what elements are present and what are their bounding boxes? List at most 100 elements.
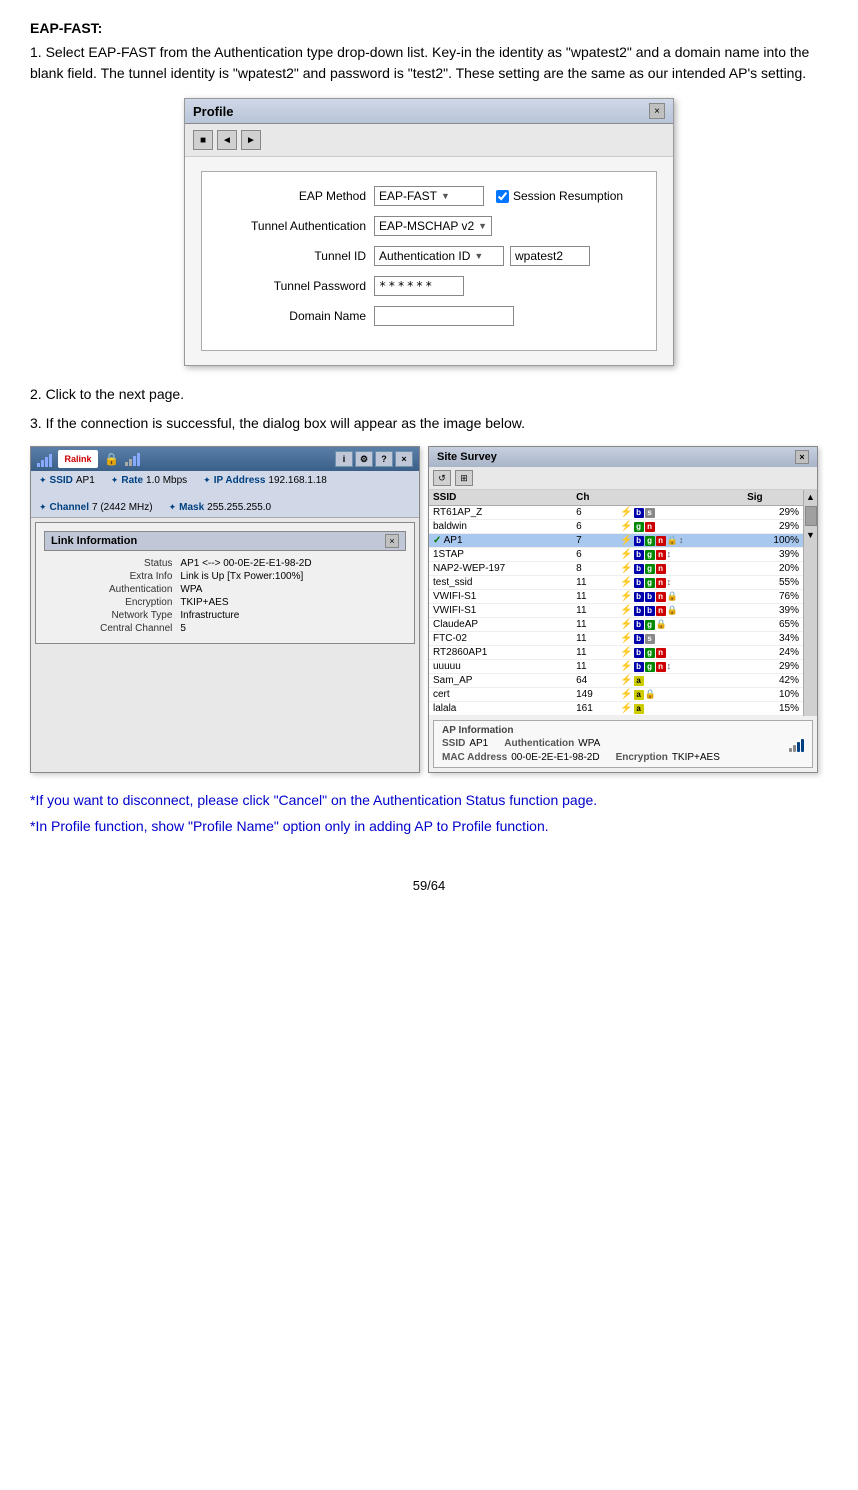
scrollbar[interactable]: ▲ ▼ <box>803 490 817 716</box>
note2: *In Profile function, show "Profile Name… <box>30 815 828 837</box>
row-signal: 65% <box>743 618 803 632</box>
ap-ssid-key: SSID <box>442 738 465 752</box>
tunnel-password-input[interactable]: ****** <box>374 276 464 296</box>
domain-name-label: Domain Name <box>214 309 374 323</box>
connect-icon[interactable]: ⊞ <box>455 470 473 486</box>
link-info-enc-key: Encryption <box>44 596 176 609</box>
ralink-nav-close[interactable]: × <box>395 451 413 467</box>
tunnel-password-field: ****** <box>374 276 464 296</box>
link-info-extra-row: Extra Info Link is Up [Tx Power:100%] <box>44 570 406 583</box>
row-signal: 29% <box>743 506 803 520</box>
site-survey-window: Site Survey × ↺ ⊞ SSID Ch Sig R <box>428 446 818 773</box>
profile-title: Profile <box>193 104 233 119</box>
site-survey-row[interactable]: lalala161⚡a15% <box>429 702 803 716</box>
site-survey-row[interactable]: ClaudeAP11⚡bg🔒65% <box>429 618 803 632</box>
profile-close-btn[interactable]: × <box>649 103 665 119</box>
link-info-panel: Link Information × Status AP1 <--> 00-0E… <box>35 522 415 644</box>
ssid-info: ✦ SSID AP1 <box>39 475 95 486</box>
ip-label: IP Address <box>214 475 266 486</box>
ap-auth-value: WPA <box>578 738 600 752</box>
domain-name-row: Domain Name <box>214 306 644 326</box>
session-resumption-checkbox-row: Session Resumption <box>496 189 623 203</box>
site-survey-row[interactable]: VWIFI-S111⚡bbn🔒39% <box>429 604 803 618</box>
link-info-table: Status AP1 <--> 00-0E-2E-E1-98-2D Extra … <box>44 557 406 635</box>
lock-icon: 🔒 <box>104 452 119 466</box>
tunnel-auth-dropdown[interactable]: EAP-MSCHAP v2 ▼ <box>374 216 492 236</box>
row-badges: ⚡bgn🔒↕ <box>616 534 743 548</box>
col-ssid: SSID <box>429 490 572 506</box>
site-survey-row[interactable]: RT61AP_Z6⚡bs29% <box>429 506 803 520</box>
link-info-close[interactable]: × <box>385 534 399 548</box>
site-survey-row[interactable]: RT2860AP111⚡bgn24% <box>429 646 803 660</box>
site-survey-row[interactable]: Sam_AP64⚡a42% <box>429 674 803 688</box>
link-info-status-row: Status AP1 <--> 00-0E-2E-E1-98-2D <box>44 557 406 570</box>
link-info-nettype-val: Infrastructure <box>176 609 406 622</box>
site-survey-row[interactable]: 1STAP6⚡bgn↕39% <box>429 548 803 562</box>
site-survey-row[interactable]: test_ssid11⚡bgn↕55% <box>429 576 803 590</box>
site-survey-row[interactable]: ✓ AP17⚡bgn🔒↕100% <box>429 534 803 548</box>
toolbar-stop-btn[interactable]: ■ <box>193 130 213 150</box>
ap-ssid-value: AP1 <box>469 738 488 752</box>
row-channel: 11 <box>572 576 616 590</box>
row-signal: 15% <box>743 702 803 716</box>
ralink-nav-help[interactable]: ? <box>375 451 393 467</box>
link-info-enc-row: Encryption TKIP+AES <box>44 596 406 609</box>
row-signal: 39% <box>743 604 803 618</box>
ap-mac-key: MAC Address <box>442 752 507 763</box>
row-channel: 8 <box>572 562 616 576</box>
row-channel: 11 <box>572 660 616 674</box>
wifi-signal-icon <box>37 451 52 467</box>
ralink-nav-settings[interactable]: ⚙ <box>355 451 373 467</box>
row-ssid: test_ssid <box>429 576 572 590</box>
site-survey-toolbar: ↺ ⊞ <box>429 467 817 490</box>
domain-name-input[interactable] <box>374 306 514 326</box>
ap-auth-item: Authentication WPA <box>504 738 600 752</box>
ralink-nav-info[interactable]: i <box>335 451 353 467</box>
row-badges: ⚡bs <box>616 506 743 520</box>
tunnel-id-dropdown[interactable]: Authentication ID ▼ <box>374 246 504 266</box>
tunnel-password-label: Tunnel Password <box>214 279 374 293</box>
site-survey-row[interactable]: VWIFI-S111⚡bbn🔒76% <box>429 590 803 604</box>
eap-method-arrow: ▼ <box>441 191 450 201</box>
mask-icon: ✦ <box>169 502 177 513</box>
site-survey-close-btn[interactable]: × <box>795 450 809 464</box>
row-ssid: RT61AP_Z <box>429 506 572 520</box>
tunnel-id-input[interactable]: wpatest2 <box>510 246 590 266</box>
note1: *If you want to disconnect, please click… <box>30 789 828 811</box>
row-signal: 29% <box>743 520 803 534</box>
row-ssid: VWIFI-S1 <box>429 590 572 604</box>
row-ssid: lalala <box>429 702 572 716</box>
ralink-logo: Ralink 🔒 <box>37 450 140 468</box>
site-survey-table: SSID Ch Sig RT61AP_Z6⚡bs29%baldwin6⚡gn29… <box>429 490 803 716</box>
row-channel: 11 <box>572 618 616 632</box>
tunnel-auth-value: EAP-MSCHAP v2 <box>379 219 474 233</box>
ralink-titlebar: Ralink 🔒 i ⚙ ? × <box>31 447 419 471</box>
site-survey-row[interactable]: FTC-0211⚡bs34% <box>429 632 803 646</box>
row-signal: 10% <box>743 688 803 702</box>
site-survey-row[interactable]: cert149⚡a🔒10% <box>429 688 803 702</box>
session-resumption-checkbox[interactable] <box>496 190 509 203</box>
site-survey-row[interactable]: baldwin6⚡gn29% <box>429 520 803 534</box>
eap-method-dropdown[interactable]: EAP-FAST ▼ <box>374 186 484 206</box>
profile-content: EAP Method EAP-FAST ▼ Session Resumption <box>185 157 673 365</box>
site-survey-row[interactable]: uuuuu11⚡bgn↕29% <box>429 660 803 674</box>
row-signal: 42% <box>743 674 803 688</box>
toolbar-next-btn[interactable]: ► <box>241 130 261 150</box>
tunnel-id-dropdown-value: Authentication ID <box>379 249 470 263</box>
tunnel-id-field: Authentication ID ▼ wpatest2 <box>374 246 590 266</box>
scroll-thumb[interactable] <box>805 506 817 526</box>
scroll-down-arrow[interactable]: ▼ <box>804 528 817 542</box>
tunnel-id-arrow: ▼ <box>474 251 483 261</box>
link-info-extra-val: Link is Up [Tx Power:100%] <box>176 570 406 583</box>
row-badges: ⚡bgn↕ <box>616 576 743 590</box>
refresh-icon[interactable]: ↺ <box>433 470 451 486</box>
site-survey-row[interactable]: NAP2-WEP-1978⚡bgn20% <box>429 562 803 576</box>
scroll-up-arrow[interactable]: ▲ <box>804 490 817 504</box>
row-ssid: NAP2-WEP-197 <box>429 562 572 576</box>
ip-value: 192.168.1.18 <box>268 475 326 486</box>
toolbar-back-btn[interactable]: ◄ <box>217 130 237 150</box>
step2-text: 2. Click to the next page. <box>30 384 828 405</box>
tunnel-id-label: Tunnel ID <box>214 249 374 263</box>
ip-info: ✦ IP Address 192.168.1.18 <box>203 475 327 486</box>
site-survey-header-row: SSID Ch Sig <box>429 490 803 506</box>
